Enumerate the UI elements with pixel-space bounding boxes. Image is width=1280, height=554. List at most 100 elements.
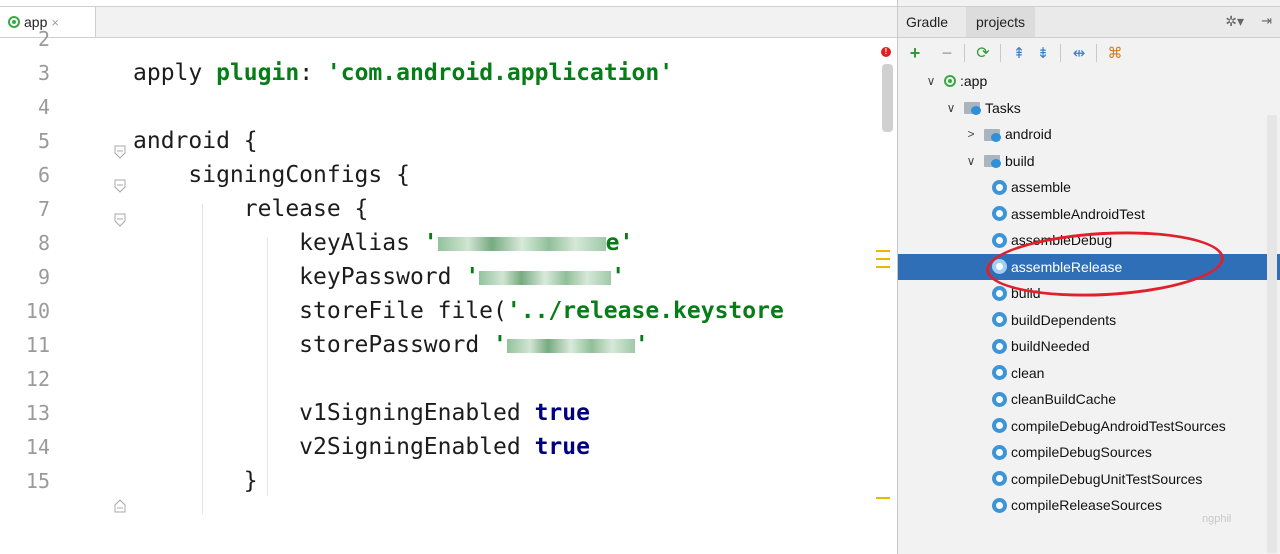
fold-marker-icon[interactable]: [114, 179, 126, 193]
remove-icon[interactable]: −: [936, 42, 958, 64]
fold-end-marker-icon[interactable]: [114, 499, 126, 513]
warning-marker[interactable]: [876, 258, 890, 260]
tree-item-label: :app: [960, 73, 988, 89]
line-number: 7: [37, 197, 50, 221]
expand-all-icon[interactable]: ⇞: [1008, 42, 1030, 64]
link-project-icon[interactable]: ⇹: [1068, 42, 1090, 64]
tree-item-label: buildDependents: [1011, 311, 1117, 328]
code-line[interactable]: signingConfigs {: [133, 158, 410, 192]
line-number: 13: [25, 401, 50, 425]
tree-item-build[interactable]: ∨ build: [898, 148, 1280, 174]
tree-item-label: assemble: [1011, 179, 1071, 195]
editor-tab-bar: app ×: [0, 6, 897, 38]
chevron-down-icon[interactable]: ∨: [964, 154, 978, 168]
tree-item-compiledebugandroidtestsources[interactable]: compileDebugAndroidTestSources: [898, 413, 1280, 439]
tree-item-label: buildNeeded: [1011, 338, 1090, 354]
tree-item-clean[interactable]: clean: [898, 360, 1280, 386]
tree-item-assembleandroidtest[interactable]: assembleAndroidTest: [898, 201, 1280, 227]
tree-item-cleanbuildcache[interactable]: cleanBuildCache: [898, 386, 1280, 412]
line-number: 14: [25, 435, 50, 459]
gradle-task-icon: [992, 312, 1007, 327]
line-number: 10: [25, 299, 50, 323]
chevron-down-icon[interactable]: ∨: [924, 74, 938, 88]
gear-icon[interactable]: ✲▾: [1225, 13, 1244, 30]
line-number: 2: [37, 27, 50, 51]
code-line[interactable]: keyPassword ' ': [133, 260, 625, 294]
gradle-task-icon: [992, 206, 1007, 221]
line-number: 6: [37, 163, 50, 187]
editor-scrollbar[interactable]: [882, 64, 893, 132]
tree-item-android[interactable]: > android: [898, 121, 1280, 147]
close-icon[interactable]: ×: [51, 15, 59, 30]
toolbar-separator: [1096, 44, 1097, 62]
line-number: 12: [25, 367, 50, 391]
line-number: 8: [37, 231, 50, 255]
gradle-toolbar: + − ⟳ ⇞ ⇟ ⇹ ⌘: [898, 38, 1280, 68]
tree-item-builddependents[interactable]: buildDependents: [898, 307, 1280, 333]
tree-item-label: cleanBuildCache: [1011, 391, 1117, 407]
gradle-task-icon: [992, 418, 1007, 433]
code-editor[interactable]: app × 2 3 4 5 6 7 8 9 10 11 12 13 14 15 ! apply plugi…: [0, 0, 898, 554]
add-icon[interactable]: +: [904, 42, 926, 64]
line-number: 9: [37, 265, 50, 289]
tab-projects[interactable]: projects: [966, 7, 1036, 37]
code-line[interactable]: storeFile file('../release.keystore: [133, 294, 784, 328]
gradle-task-icon: [992, 391, 1007, 407]
code-line[interactable]: v1SigningEnabled true: [133, 396, 590, 430]
tree-item-buildneeded[interactable]: buildNeeded: [898, 333, 1280, 359]
tree-item-label: Tasks: [985, 99, 1021, 116]
code-line[interactable]: v2SigningEnabled true: [133, 430, 590, 464]
tree-item-label: assembleAndroidTest: [1011, 205, 1145, 222]
chevron-down-icon[interactable]: ∨: [944, 101, 958, 115]
tree-item-label: compileDebugSources: [1011, 444, 1152, 460]
gradle-task-icon: [992, 232, 1007, 248]
android-module-icon: [944, 75, 956, 87]
line-number: 15: [25, 469, 50, 493]
task-folder-icon: [964, 101, 982, 115]
tree-item-app[interactable]: ∨ :app: [898, 68, 1280, 94]
code-line[interactable]: storePassword ' ': [133, 328, 649, 362]
tree-item-label: compileDebugUnitTestSources: [1011, 470, 1203, 487]
gradle-scrollbar[interactable]: [1267, 115, 1277, 553]
refresh-icon[interactable]: ⟳: [972, 42, 994, 64]
tree-item-label: build: [1005, 152, 1035, 169]
tree-item-label: clean: [1011, 364, 1045, 381]
gradle-tool-window: Gradle projects ✲▾ ⇥ + − ⟳ ⇞ ⇟ ⇹ ⌘ ∨:app…: [898, 0, 1280, 554]
code-line[interactable]: apply plugin: 'com.android.application': [133, 56, 673, 90]
watermark: ngphil: [1202, 513, 1232, 525]
tree-item-compiledebugunittestsources[interactable]: compileDebugUnitTestSources: [898, 466, 1280, 492]
code-line[interactable]: keyAlias ' e': [133, 226, 633, 260]
fold-marker-icon[interactable]: [114, 213, 126, 227]
tree-item-label: compileReleaseSources: [1011, 497, 1162, 513]
gradle-task-tree: ∨:app ∨ Tasks > android ∨ build assemble assembl…: [898, 68, 1280, 554]
hide-panel-icon[interactable]: ⇥: [1261, 13, 1272, 29]
task-folder-icon: [984, 128, 1002, 142]
gradle-task-icon: [992, 179, 1007, 195]
line-number: 5: [37, 129, 50, 153]
tree-item-compiledebugsources[interactable]: compileDebugSources: [898, 439, 1280, 465]
code-line[interactable]: }: [133, 464, 258, 498]
code-line[interactable]: android {: [133, 124, 258, 158]
chevron-right-icon[interactable]: >: [964, 127, 978, 141]
gradle-task-icon: [992, 497, 1007, 513]
collapse-all-icon[interactable]: ⇟: [1032, 42, 1054, 64]
warning-marker[interactable]: [876, 497, 890, 499]
execute-task-icon[interactable]: ⌘: [1104, 42, 1126, 64]
toolbar-separator: [1000, 44, 1001, 62]
tree-item-label: android: [1005, 126, 1052, 142]
error-indicator-icon[interactable]: !: [881, 47, 891, 57]
gradle-header: Gradle projects ✲▾ ⇥: [898, 6, 1280, 38]
code-line[interactable]: release {: [133, 192, 369, 226]
gradle-task-icon: [992, 285, 1007, 301]
tree-item-tasks[interactable]: ∨ Tasks: [898, 95, 1280, 121]
gradle-task-icon: [992, 338, 1007, 354]
gradle-task-icon: [992, 471, 1007, 486]
line-number-gutter: 2 3 4 5 6 7 8 9 10 11 12 13 14 15: [0, 27, 100, 554]
line-number: 3: [37, 61, 50, 85]
gradle-task-icon: [992, 444, 1007, 460]
tree-item-label: compileDebugAndroidTestSources: [1011, 417, 1226, 434]
fold-marker-icon[interactable]: [114, 145, 126, 159]
tree-item-assemble[interactable]: assemble: [898, 174, 1280, 200]
gradle-title: Gradle: [906, 14, 949, 30]
line-number: 4: [37, 95, 50, 119]
